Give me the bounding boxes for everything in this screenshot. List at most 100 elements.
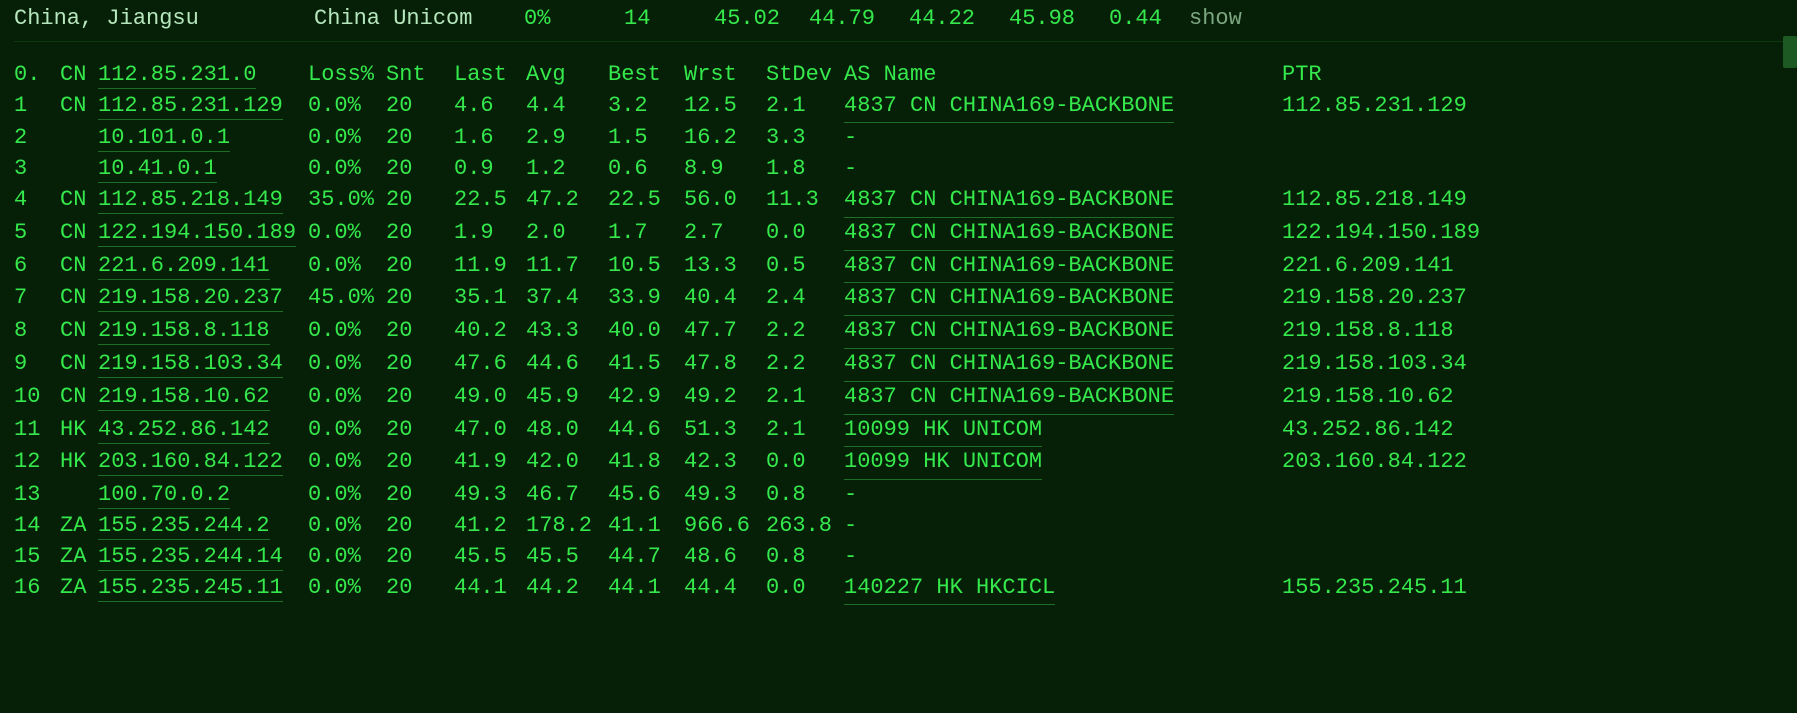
col-ip[interactable]: 112.85.231.0 [98,60,308,91]
hop-snt: 20 [386,218,454,251]
hop-snt: 20 [386,480,454,511]
hop-ip[interactable]: 155.235.245.11 [98,573,308,606]
hop-stdev: 2.2 [766,316,844,349]
hop-asn[interactable]: 4837 CN CHINA169-BACKBONE [844,218,1258,251]
summary-avg: 44.79 [809,4,909,35]
hop-stdev: 2.1 [766,415,844,448]
hop-ip[interactable]: 10.41.0.1 [98,154,308,185]
hop-snt: 20 [386,154,454,185]
hop-avg: 46.7 [526,480,608,511]
hop-stdev: 2.4 [766,283,844,316]
hop-ptr: 219.158.20.237 [1258,283,1783,316]
hop-last: 1.6 [454,123,526,154]
hop-best: 0.6 [608,154,684,185]
hop-index: 2 [14,123,60,154]
hop-loss: 0.0% [308,542,386,573]
scrollbar-thumb[interactable] [1783,36,1797,68]
hop-ip[interactable]: 219.158.8.118 [98,316,308,349]
hop-stdev: 0.0 [766,218,844,251]
hop-ip[interactable]: 219.158.20.237 [98,283,308,316]
col-index: 0. [14,60,60,91]
hop-stdev: 0.0 [766,573,844,606]
hop-ip[interactable]: 122.194.150.189 [98,218,308,251]
hop-best: 44.6 [608,415,684,448]
hop-asn[interactable]: 4837 CN CHINA169-BACKBONE [844,349,1258,382]
hop-last: 47.0 [454,415,526,448]
hop-snt: 20 [386,573,454,606]
hop-country: CN [60,283,98,316]
hop-avg: 37.4 [526,283,608,316]
hop-country: ZA [60,511,98,542]
hop-index: 5 [14,218,60,251]
hop-ptr: 112.85.218.149 [1258,185,1783,218]
hop-avg: 4.4 [526,91,608,124]
col-asname: AS Name [844,60,1258,91]
hop-ip[interactable]: 155.235.244.2 [98,511,308,542]
hop-ptr: 155.235.245.11 [1258,573,1783,606]
col-last: Last [454,60,526,91]
col-loss: Loss% [308,60,386,91]
hop-best: 44.7 [608,542,684,573]
hop-avg: 47.2 [526,185,608,218]
hop-asn[interactable]: 10099 HK UNICOM [844,447,1258,480]
hop-ip[interactable]: 100.70.0.2 [98,480,308,511]
hop-wrst: 16.2 [684,123,766,154]
hop-ip[interactable]: 219.158.103.34 [98,349,308,382]
hop-ptr: 221.6.209.141 [1258,251,1783,284]
hop-asn[interactable]: 4837 CN CHINA169-BACKBONE [844,251,1258,284]
hop-snt: 20 [386,447,454,480]
hop-country: CN [60,218,98,251]
hop-asn[interactable]: 4837 CN CHINA169-BACKBONE [844,382,1258,415]
hop-asn[interactable]: 4837 CN CHINA169-BACKBONE [844,91,1258,124]
hop-index: 16 [14,573,60,606]
hop-asn[interactable]: 4837 CN CHINA169-BACKBONE [844,316,1258,349]
hop-index: 11 [14,415,60,448]
hop-country: CN [60,251,98,284]
hop-last: 49.0 [454,382,526,415]
hop-ip[interactable]: 43.252.86.142 [98,415,308,448]
hop-asn[interactable]: 4837 CN CHINA169-BACKBONE [844,283,1258,316]
hop-last: 44.1 [454,573,526,606]
hop-ip[interactable]: 10.101.0.1 [98,123,308,154]
hop-loss: 45.0% [308,283,386,316]
show-button[interactable]: show [1189,4,1289,35]
hop-stdev: 11.3 [766,185,844,218]
hop-last: 22.5 [454,185,526,218]
hop-ip[interactable]: 112.85.218.149 [98,185,308,218]
hop-wrst: 56.0 [684,185,766,218]
hop-ip[interactable]: 112.85.231.129 [98,91,308,124]
summary-stdev: 0.44 [1109,4,1189,35]
hop-country: CN [60,349,98,382]
hop-avg: 45.5 [526,542,608,573]
hop-ptr [1258,480,1783,511]
hop-wrst: 2.7 [684,218,766,251]
hop-ip[interactable]: 155.235.244.14 [98,542,308,573]
hop-loss: 0.0% [308,447,386,480]
hop-ptr: 122.194.150.189 [1258,218,1783,251]
hop-loss: 0.0% [308,511,386,542]
hop-index: 15 [14,542,60,573]
hop-asn[interactable]: 10099 HK UNICOM [844,415,1258,448]
hop-ip[interactable]: 203.160.84.122 [98,447,308,480]
hop-index: 1 [14,91,60,124]
hop-wrst: 40.4 [684,283,766,316]
hop-ptr [1258,123,1783,154]
hop-asn[interactable]: 4837 CN CHINA169-BACKBONE [844,185,1258,218]
col-wrst: Wrst [684,60,766,91]
hop-snt: 20 [386,316,454,349]
hop-avg: 2.9 [526,123,608,154]
hop-wrst: 49.3 [684,480,766,511]
hop-ptr: 43.252.86.142 [1258,415,1783,448]
scrollbar-track[interactable] [1783,36,1797,713]
hop-wrst: 48.6 [684,542,766,573]
summary-loss: 0% [524,4,624,35]
hop-avg: 43.3 [526,316,608,349]
hop-wrst: 47.7 [684,316,766,349]
col-stdev: StDev [766,60,844,91]
hop-best: 45.6 [608,480,684,511]
hop-ip[interactable]: 219.158.10.62 [98,382,308,415]
hop-index: 7 [14,283,60,316]
hop-ip[interactable]: 221.6.209.141 [98,251,308,284]
hop-country: HK [60,447,98,480]
hop-asn[interactable]: 140227 HK HKCICL [844,573,1258,606]
